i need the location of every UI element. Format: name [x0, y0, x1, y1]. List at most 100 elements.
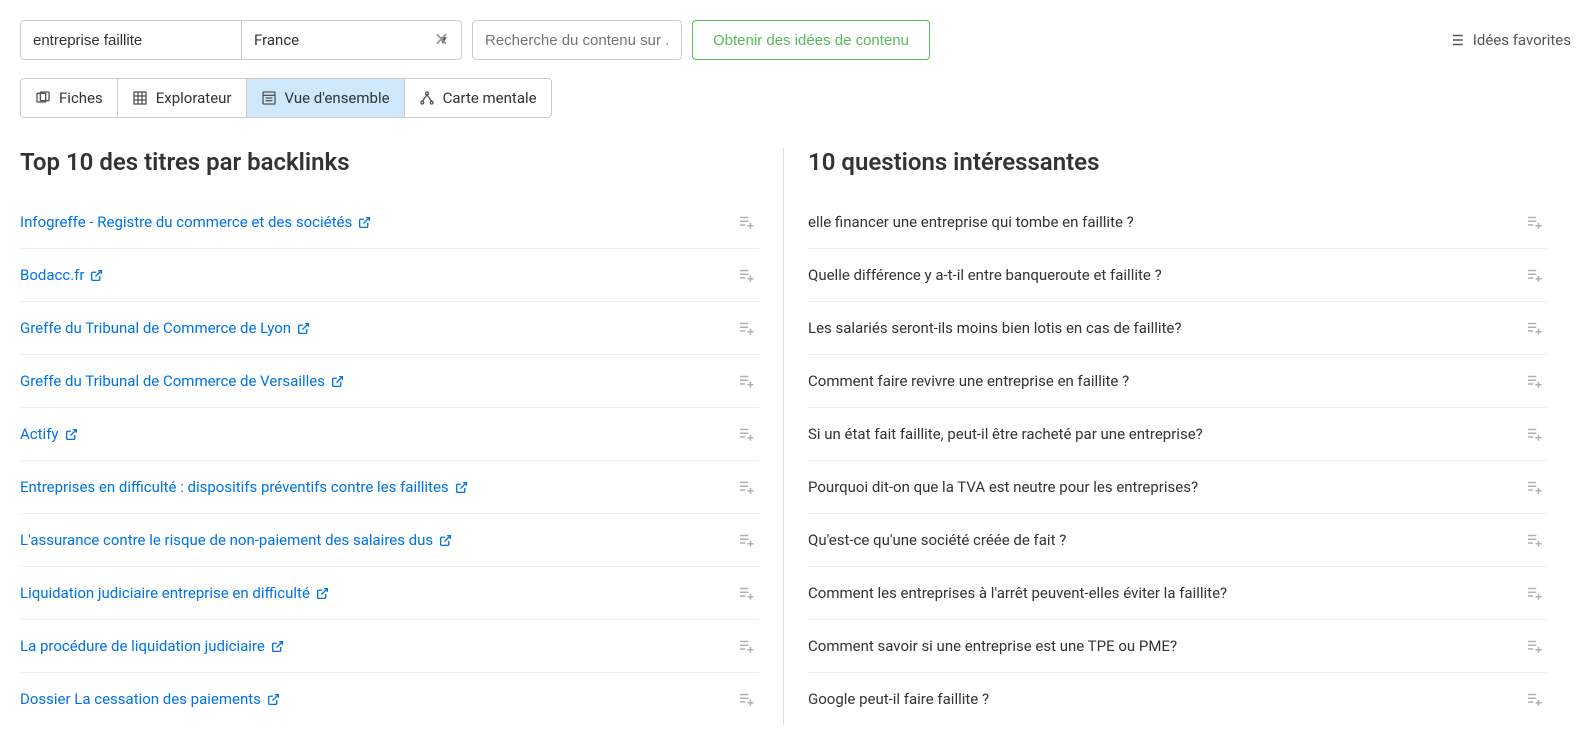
backlinks-list: Infogreffe - Registre du commerce et des… — [20, 196, 759, 725]
add-idea-button[interactable] — [1521, 580, 1547, 606]
tab-vue-ensemble[interactable]: Vue d'ensemble — [247, 79, 405, 117]
add-idea-button[interactable] — [733, 527, 759, 553]
question-row: Quelle différence y a-t-il entre banquer… — [808, 249, 1547, 302]
add-idea-button[interactable] — [733, 686, 759, 712]
external-link-icon — [267, 693, 280, 706]
add-idea-button[interactable] — [733, 368, 759, 394]
add-idea-button[interactable] — [733, 262, 759, 288]
backlink-link[interactable]: Actify — [20, 425, 78, 443]
add-idea-button[interactable] — [1521, 368, 1547, 394]
add-to-list-icon — [737, 319, 755, 337]
add-idea-button[interactable] — [733, 209, 759, 235]
top-bar: ✕ France ▼ Obtenir des idées de contenu … — [20, 20, 1571, 60]
add-idea-button[interactable] — [1521, 421, 1547, 447]
add-idea-button[interactable] — [1521, 686, 1547, 712]
question-row: Les salariés seront-ils moins bien lotis… — [808, 302, 1547, 355]
right-column-title: 10 questions intéressantes — [808, 148, 1547, 176]
add-to-list-icon — [1525, 372, 1543, 390]
add-idea-button[interactable] — [1521, 209, 1547, 235]
question-text: Comment les entreprises à l'arrêt peuven… — [808, 584, 1521, 602]
tab-fiches[interactable]: Fiches — [21, 79, 118, 117]
question-row: Comment faire revivre une entreprise en … — [808, 355, 1547, 408]
keyword-country-wrap: ✕ France ▼ — [20, 20, 462, 60]
add-idea-button[interactable] — [733, 315, 759, 341]
external-link-icon — [439, 534, 452, 547]
backlink-link[interactable]: Bodacc.fr — [20, 266, 103, 284]
tabs-row: Fiches Explorateur Vue d'ensemble Carte … — [20, 78, 552, 118]
backlink-link[interactable]: La procédure de liquidation judiciaire — [20, 637, 284, 655]
external-link-icon — [90, 269, 103, 282]
backlink-link[interactable]: Dossier La cessation des paiements — [20, 690, 280, 708]
add-to-list-icon — [1525, 690, 1543, 708]
question-text: Les salariés seront-ils moins bien lotis… — [808, 319, 1521, 337]
backlink-title: Actify — [20, 425, 59, 443]
close-icon: ✕ — [434, 30, 449, 50]
backlink-title: Infogreffe - Registre du commerce et des… — [20, 213, 352, 231]
backlink-row: Liquidation judiciaire entreprise en dif… — [20, 567, 759, 620]
get-ideas-button[interactable]: Obtenir des idées de contenu — [692, 20, 930, 60]
external-link-icon — [331, 375, 344, 388]
external-link-icon — [297, 322, 310, 335]
overview-icon — [261, 90, 277, 106]
add-idea-button[interactable] — [1521, 527, 1547, 553]
left-column-title: Top 10 des titres par backlinks — [20, 148, 759, 176]
add-idea-button[interactable] — [733, 633, 759, 659]
country-value: France — [254, 31, 299, 49]
question-row: Comment savoir si une entreprise est une… — [808, 620, 1547, 673]
backlink-row: Greffe du Tribunal de Commerce de Lyon — [20, 302, 759, 355]
add-idea-button[interactable] — [1521, 633, 1547, 659]
backlink-title: Entreprises en difficulté : dispositifs … — [20, 478, 449, 496]
backlink-link[interactable]: L'assurance contre le risque de non-paie… — [20, 531, 452, 549]
question-row: Google peut-il faire faillite ? — [808, 673, 1547, 725]
backlink-link[interactable]: Infogreffe - Registre du commerce et des… — [20, 213, 371, 231]
backlink-title: L'assurance contre le risque de non-paie… — [20, 531, 433, 549]
tab-carte-label: Carte mentale — [443, 89, 537, 107]
country-select[interactable]: France ▼ — [241, 21, 461, 59]
add-to-list-icon — [737, 690, 755, 708]
backlink-link[interactable]: Greffe du Tribunal de Commerce de Versai… — [20, 372, 344, 390]
backlink-link[interactable]: Liquidation judiciaire entreprise en dif… — [20, 584, 329, 602]
add-idea-button[interactable] — [1521, 262, 1547, 288]
right-column: 10 questions intéressantes elle financer… — [784, 148, 1571, 725]
add-to-list-icon — [737, 425, 755, 443]
question-text: Comment savoir si une entreprise est une… — [808, 637, 1521, 655]
backlink-title: Dossier La cessation des paiements — [20, 690, 261, 708]
add-idea-button[interactable] — [733, 474, 759, 500]
add-to-list-icon — [737, 266, 755, 284]
content-search-input[interactable] — [472, 20, 682, 60]
columns: Top 10 des titres par backlinks Infogref… — [20, 148, 1571, 725]
question-text: Google peut-il faire faillite ? — [808, 690, 1521, 708]
external-link-icon — [455, 481, 468, 494]
clear-keyword-button[interactable]: ✕ — [430, 26, 453, 55]
list-icon — [1447, 31, 1465, 49]
add-idea-button[interactable] — [1521, 315, 1547, 341]
add-to-list-icon — [1525, 319, 1543, 337]
backlink-row: L'assurance contre le risque de non-paie… — [20, 514, 759, 567]
question-text: elle financer une entreprise qui tombe e… — [808, 213, 1521, 231]
backlink-title: Greffe du Tribunal de Commerce de Lyon — [20, 319, 291, 337]
question-row: Qu'est-ce qu'une société créée de fait ? — [808, 514, 1547, 567]
keyword-input[interactable] — [21, 21, 241, 59]
add-to-list-icon — [737, 637, 755, 655]
tab-explorateur[interactable]: Explorateur — [118, 79, 247, 117]
question-row: Si un état fait faillite, peut-il être r… — [808, 408, 1547, 461]
backlink-title: Liquidation judiciaire entreprise en dif… — [20, 584, 310, 602]
add-idea-button[interactable] — [1521, 474, 1547, 500]
question-text: Quelle différence y a-t-il entre banquer… — [808, 266, 1521, 284]
backlink-link[interactable]: Greffe du Tribunal de Commerce de Lyon — [20, 319, 310, 337]
question-text: Qu'est-ce qu'une société créée de fait ? — [808, 531, 1521, 549]
question-text: Si un état fait faillite, peut-il être r… — [808, 425, 1521, 443]
tab-explorateur-label: Explorateur — [156, 89, 232, 107]
external-link-icon — [316, 587, 329, 600]
backlink-row: Entreprises en difficulté : dispositifs … — [20, 461, 759, 514]
tab-carte-mentale[interactable]: Carte mentale — [405, 79, 551, 117]
add-to-list-icon — [1525, 425, 1543, 443]
add-to-list-icon — [1525, 584, 1543, 602]
add-idea-button[interactable] — [733, 580, 759, 606]
backlink-link[interactable]: Entreprises en difficulté : dispositifs … — [20, 478, 468, 496]
favorite-ideas-link[interactable]: Idées favorites — [1447, 31, 1571, 49]
table-icon — [132, 90, 148, 106]
add-idea-button[interactable] — [733, 421, 759, 447]
backlink-row: Bodacc.fr — [20, 249, 759, 302]
left-column: Top 10 des titres par backlinks Infogref… — [20, 148, 784, 725]
